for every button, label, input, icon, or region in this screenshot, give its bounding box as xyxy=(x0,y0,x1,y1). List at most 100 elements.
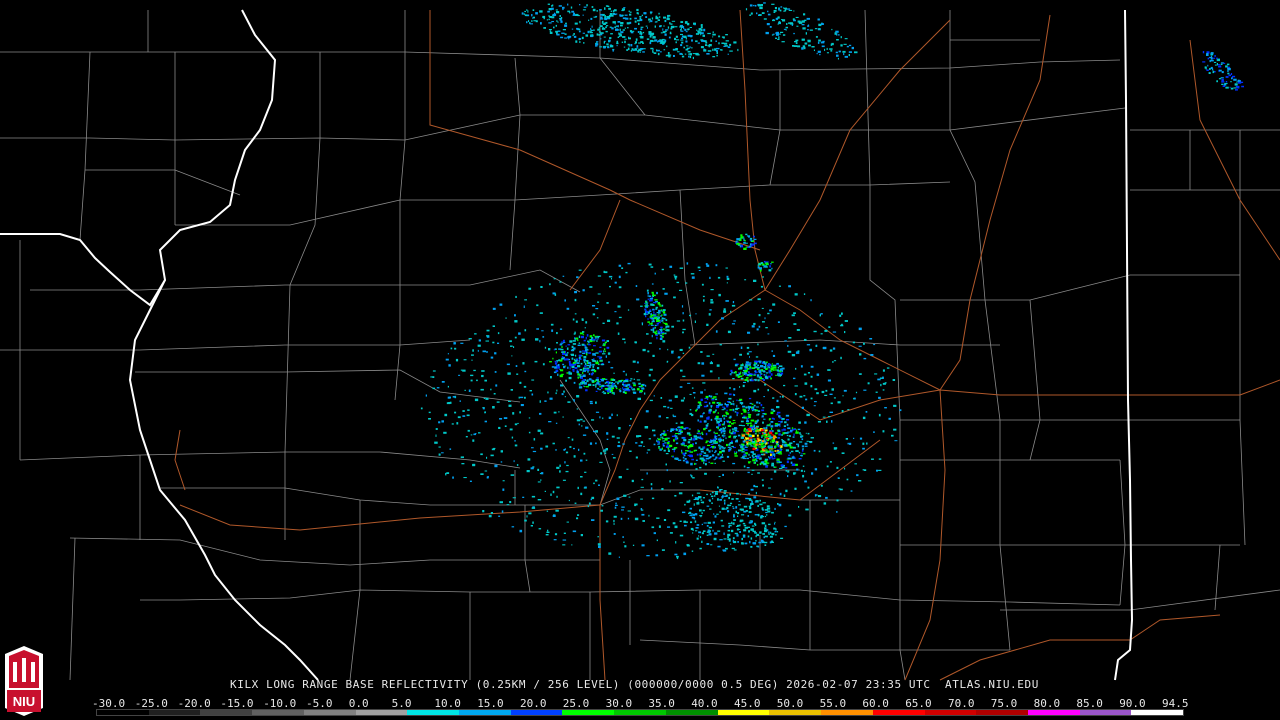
echo-pixel xyxy=(613,533,616,535)
echo-pixel xyxy=(765,372,768,374)
echo-pixel xyxy=(599,25,603,28)
echo-pixel xyxy=(581,425,583,427)
echo-pixel xyxy=(653,532,656,535)
echo-pixel xyxy=(784,525,787,528)
echo-pixel xyxy=(1216,63,1218,66)
color-scale-segment xyxy=(665,710,718,715)
echo-pixel xyxy=(494,371,497,373)
echo-pixel xyxy=(661,38,665,41)
echo-pixel xyxy=(768,533,770,535)
echo-pixel xyxy=(706,264,710,267)
echo-pixel xyxy=(477,344,481,347)
echo-pixel xyxy=(774,521,776,524)
echo-pixel xyxy=(785,470,787,472)
echo-pixel xyxy=(651,497,655,500)
echo-pixel xyxy=(750,12,753,15)
echo-pixel xyxy=(693,449,697,452)
echo-pixel xyxy=(459,400,461,402)
echo-pixel xyxy=(737,541,739,543)
echo-pixel xyxy=(738,449,741,452)
echo-pixel xyxy=(643,31,645,34)
echo-pixel xyxy=(544,400,547,402)
echo-pixel xyxy=(849,442,852,445)
echo-pixel xyxy=(863,389,867,391)
echo-pixel xyxy=(731,323,735,325)
echo-pixel xyxy=(515,295,517,298)
echo-pixel xyxy=(892,379,896,381)
echo-pixel xyxy=(577,344,581,346)
echo-pixel xyxy=(757,546,760,548)
echo-pixel xyxy=(723,414,726,417)
echo-pixel xyxy=(777,503,779,505)
echo-pixel xyxy=(627,383,631,386)
echo-pixel xyxy=(595,479,598,482)
echo-pixel xyxy=(651,334,653,338)
echo-pixel xyxy=(768,523,771,526)
echo-pixel xyxy=(795,42,798,44)
echo-pixel xyxy=(585,386,589,388)
echo-pixel xyxy=(753,462,756,464)
echo-pixel xyxy=(581,36,584,40)
echo-pixel xyxy=(562,339,565,342)
echo-pixel xyxy=(585,353,588,356)
echo-pixel xyxy=(668,55,671,58)
echo-pixel xyxy=(779,467,783,469)
echo-pixel xyxy=(586,361,588,364)
echo-pixel xyxy=(764,535,768,538)
echo-pixel xyxy=(508,404,512,407)
echo-pixel xyxy=(805,32,807,35)
echo-pixel xyxy=(822,416,826,418)
echo-pixel xyxy=(782,441,786,443)
echo-pixel xyxy=(667,406,670,409)
echo-pixel xyxy=(775,528,777,531)
echo-pixel xyxy=(700,398,703,401)
echo-pixel xyxy=(836,39,839,41)
echo-pixel xyxy=(691,550,694,552)
echo-pixel xyxy=(716,51,718,55)
echo-pixel xyxy=(720,519,723,522)
echo-pixel xyxy=(626,468,629,470)
echo-pixel xyxy=(718,505,720,507)
echo-pixel xyxy=(760,429,764,432)
echo-pixel xyxy=(526,9,528,11)
echo-pixel xyxy=(751,427,754,430)
echo-pixel xyxy=(694,396,696,399)
echo-pixel xyxy=(674,525,678,529)
echo-pixel xyxy=(623,494,627,497)
echo-pixel xyxy=(817,495,822,498)
echo-pixel xyxy=(703,522,707,524)
echo-pixel xyxy=(656,517,660,519)
echo-pixel xyxy=(732,537,735,540)
echo-pixel xyxy=(740,236,744,239)
echo-pixel xyxy=(729,429,731,431)
echo-pixel xyxy=(771,462,774,465)
echo-pixel xyxy=(1224,82,1228,85)
echo-pixel xyxy=(794,41,798,43)
echo-pixel xyxy=(513,346,515,348)
echo-pixel xyxy=(597,543,601,546)
echo-pixel xyxy=(473,433,476,436)
echo-pixel xyxy=(587,340,590,343)
echo-pixel xyxy=(776,399,779,403)
echo-pixel xyxy=(706,531,711,533)
echo-pixel xyxy=(786,434,789,437)
echo-pixel xyxy=(556,389,558,392)
echo-pixel xyxy=(528,431,531,434)
echo-pixel xyxy=(671,325,674,328)
echo-pixel xyxy=(786,423,789,426)
echo-pixel xyxy=(650,483,653,486)
echo-pixel xyxy=(749,375,753,377)
echo-pixel xyxy=(691,516,695,519)
echo-pixel xyxy=(650,324,654,326)
echo-pixel xyxy=(654,299,658,301)
echo-pixel xyxy=(559,470,561,473)
echo-pixel xyxy=(754,371,758,373)
echo-pixel xyxy=(667,441,670,445)
echo-pixel xyxy=(667,52,670,55)
echo-pixel xyxy=(708,395,711,398)
echo-pixel xyxy=(750,546,753,548)
echo-pixel xyxy=(745,242,748,244)
echo-pixel xyxy=(661,310,663,312)
echo-pixel xyxy=(777,366,780,369)
echo-pixel xyxy=(647,449,651,451)
